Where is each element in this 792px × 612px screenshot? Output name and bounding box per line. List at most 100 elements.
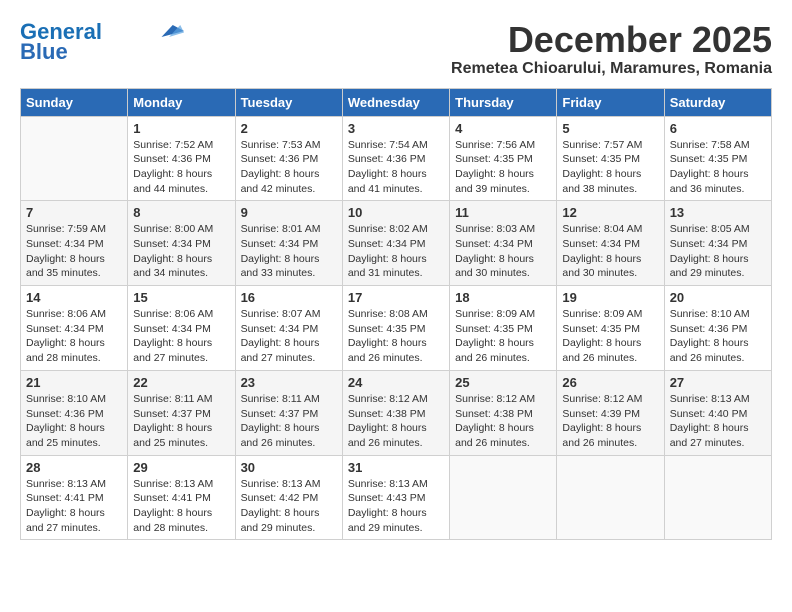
calendar-cell: 24 Sunrise: 8:12 AM Sunset: 4:38 PM Dayli… (342, 370, 449, 455)
calendar-cell: 10 Sunrise: 8:02 AM Sunset: 4:34 PM Dayli… (342, 201, 449, 286)
calendar-cell: 1 Sunrise: 7:52 AM Sunset: 4:36 PM Daylig… (128, 116, 235, 201)
calendar-cell: 7 Sunrise: 7:59 AM Sunset: 4:34 PM Daylig… (21, 201, 128, 286)
calendar-cell: 29 Sunrise: 8:13 AM Sunset: 4:41 PM Dayli… (128, 455, 235, 540)
day-info: Sunrise: 8:11 AM Sunset: 4:37 PM Dayligh… (241, 392, 337, 451)
day-info: Sunrise: 8:12 AM Sunset: 4:39 PM Dayligh… (562, 392, 658, 451)
day-number: 22 (133, 375, 229, 390)
weekday-header-saturday: Saturday (664, 88, 771, 116)
calendar-cell: 23 Sunrise: 8:11 AM Sunset: 4:37 PM Dayli… (235, 370, 342, 455)
day-number: 5 (562, 121, 658, 136)
calendar-cell: 14Sunrise: 8:06 AM Sunset: 4:34 PM Dayli… (21, 286, 128, 371)
day-number: 23 (241, 375, 337, 390)
day-number: 26 (562, 375, 658, 390)
day-number: 11 (455, 205, 551, 220)
day-number: 20 (670, 290, 766, 305)
day-number: 28 (26, 460, 122, 475)
calendar-cell (664, 455, 771, 540)
calendar-week-row: 1 Sunrise: 7:52 AM Sunset: 4:36 PM Daylig… (21, 116, 772, 201)
day-info: Sunrise: 7:56 AM Sunset: 4:35 PM Dayligh… (455, 138, 551, 197)
day-info: Sunrise: 8:06 AM Sunset: 4:34 PM Dayligh… (133, 307, 229, 366)
title-area: December 2025 Remetea Chioarului, Maramu… (451, 20, 772, 78)
calendar-cell: 31Sunrise: 8:13 AM Sunset: 4:43 PM Dayli… (342, 455, 449, 540)
day-number: 4 (455, 121, 551, 136)
day-number: 14 (26, 290, 122, 305)
day-number: 15 (133, 290, 229, 305)
day-info: Sunrise: 7:57 AM Sunset: 4:35 PM Dayligh… (562, 138, 658, 197)
day-info: Sunrise: 8:13 AM Sunset: 4:41 PM Dayligh… (26, 477, 122, 536)
day-number: 8 (133, 205, 229, 220)
calendar-cell: 27Sunrise: 8:13 AM Sunset: 4:40 PM Dayli… (664, 370, 771, 455)
day-number: 1 (133, 121, 229, 136)
calendar-cell: 26 Sunrise: 8:12 AM Sunset: 4:39 PM Dayli… (557, 370, 664, 455)
day-info: Sunrise: 7:54 AM Sunset: 4:36 PM Dayligh… (348, 138, 444, 197)
day-info: Sunrise: 8:13 AM Sunset: 4:42 PM Dayligh… (241, 477, 337, 536)
month-title: December 2025 (451, 20, 772, 60)
calendar-cell: 11 Sunrise: 8:03 AM Sunset: 4:34 PM Dayli… (450, 201, 557, 286)
day-number: 25 (455, 375, 551, 390)
day-number: 29 (133, 460, 229, 475)
calendar-header-row: SundayMondayTuesdayWednesdayThursdayFrid… (21, 88, 772, 116)
calendar-cell: 12Sunrise: 8:04 AM Sunset: 4:34 PM Dayli… (557, 201, 664, 286)
calendar-cell: 21Sunrise: 8:10 AM Sunset: 4:36 PM Dayli… (21, 370, 128, 455)
day-number: 6 (670, 121, 766, 136)
calendar-cell: 15 Sunrise: 8:06 AM Sunset: 4:34 PM Dayli… (128, 286, 235, 371)
calendar-week-row: 28 Sunrise: 8:13 AM Sunset: 4:41 PM Dayli… (21, 455, 772, 540)
day-number: 7 (26, 205, 122, 220)
calendar-week-row: 21Sunrise: 8:10 AM Sunset: 4:36 PM Dayli… (21, 370, 772, 455)
calendar-cell: 28 Sunrise: 8:13 AM Sunset: 4:41 PM Dayli… (21, 455, 128, 540)
day-info: Sunrise: 7:53 AM Sunset: 4:36 PM Dayligh… (241, 138, 337, 197)
day-info: Sunrise: 8:03 AM Sunset: 4:34 PM Dayligh… (455, 222, 551, 281)
day-info: Sunrise: 8:00 AM Sunset: 4:34 PM Dayligh… (133, 222, 229, 281)
logo: General Blue (20, 20, 184, 64)
day-info: Sunrise: 8:13 AM Sunset: 4:40 PM Dayligh… (670, 392, 766, 451)
page-header: General Blue December 2025 Remetea Chioa… (20, 20, 772, 78)
day-number: 10 (348, 205, 444, 220)
calendar-cell: 13 Sunrise: 8:05 AM Sunset: 4:34 PM Dayli… (664, 201, 771, 286)
calendar-cell: 9Sunrise: 8:01 AM Sunset: 4:34 PM Daylig… (235, 201, 342, 286)
location-title: Remetea Chioarului, Maramures, Romania (451, 60, 772, 78)
calendar-cell: 5 Sunrise: 7:57 AM Sunset: 4:35 PM Daylig… (557, 116, 664, 201)
calendar-cell: 3 Sunrise: 7:54 AM Sunset: 4:36 PM Daylig… (342, 116, 449, 201)
day-info: Sunrise: 8:11 AM Sunset: 4:37 PM Dayligh… (133, 392, 229, 451)
day-info: Sunrise: 8:10 AM Sunset: 4:36 PM Dayligh… (670, 307, 766, 366)
day-info: Sunrise: 8:12 AM Sunset: 4:38 PM Dayligh… (348, 392, 444, 451)
day-info: Sunrise: 7:59 AM Sunset: 4:34 PM Dayligh… (26, 222, 122, 281)
calendar-cell (21, 116, 128, 201)
day-info: Sunrise: 8:09 AM Sunset: 4:35 PM Dayligh… (455, 307, 551, 366)
day-info: Sunrise: 8:02 AM Sunset: 4:34 PM Dayligh… (348, 222, 444, 281)
day-number: 9 (241, 205, 337, 220)
calendar-table: SundayMondayTuesdayWednesdayThursdayFrid… (20, 88, 772, 541)
day-info: Sunrise: 7:52 AM Sunset: 4:36 PM Dayligh… (133, 138, 229, 197)
calendar-cell: 25 Sunrise: 8:12 AM Sunset: 4:38 PM Dayli… (450, 370, 557, 455)
calendar-cell: 2 Sunrise: 7:53 AM Sunset: 4:36 PM Daylig… (235, 116, 342, 201)
weekday-header-tuesday: Tuesday (235, 88, 342, 116)
weekday-header-friday: Friday (557, 88, 664, 116)
calendar-week-row: 14 Sunrise: 8:06 AM Sunset: 4:34 PM Dayli… (21, 286, 772, 371)
calendar-cell: 16Sunrise: 8:07 AM Sunset: 4:34 PM Dayli… (235, 286, 342, 371)
day-info: Sunrise: 7:58 AM Sunset: 4:35 PM Dayligh… (670, 138, 766, 197)
weekday-header-monday: Monday (128, 88, 235, 116)
day-info: Sunrise: 8:13 AM Sunset: 4:43 PM Dayligh… (348, 477, 444, 536)
calendar-cell: 20 Sunrise: 8:10 AM Sunset: 4:36 PM Dayli… (664, 286, 771, 371)
day-info: Sunrise: 8:05 AM Sunset: 4:34 PM Dayligh… (670, 222, 766, 281)
day-number: 13 (670, 205, 766, 220)
calendar-cell: 30 Sunrise: 8:13 AM Sunset: 4:42 PM Dayli… (235, 455, 342, 540)
day-number: 3 (348, 121, 444, 136)
day-info: Sunrise: 8:13 AM Sunset: 4:41 PM Dayligh… (133, 477, 229, 536)
day-number: 30 (241, 460, 337, 475)
day-number: 16 (241, 290, 337, 305)
calendar-cell: 17 Sunrise: 8:08 AM Sunset: 4:35 PM Dayli… (342, 286, 449, 371)
day-number: 17 (348, 290, 444, 305)
logo-blue-text: Blue (20, 40, 68, 64)
day-info: Sunrise: 8:08 AM Sunset: 4:35 PM Dayligh… (348, 307, 444, 366)
day-info: Sunrise: 8:09 AM Sunset: 4:35 PM Dayligh… (562, 307, 658, 366)
calendar-cell: 8 Sunrise: 8:00 AM Sunset: 4:34 PM Daylig… (128, 201, 235, 286)
day-number: 2 (241, 121, 337, 136)
day-info: Sunrise: 8:12 AM Sunset: 4:38 PM Dayligh… (455, 392, 551, 451)
logo-icon (154, 22, 184, 40)
calendar-cell: 18Sunrise: 8:09 AM Sunset: 4:35 PM Dayli… (450, 286, 557, 371)
day-number: 24 (348, 375, 444, 390)
day-number: 12 (562, 205, 658, 220)
day-number: 19 (562, 290, 658, 305)
day-number: 21 (26, 375, 122, 390)
